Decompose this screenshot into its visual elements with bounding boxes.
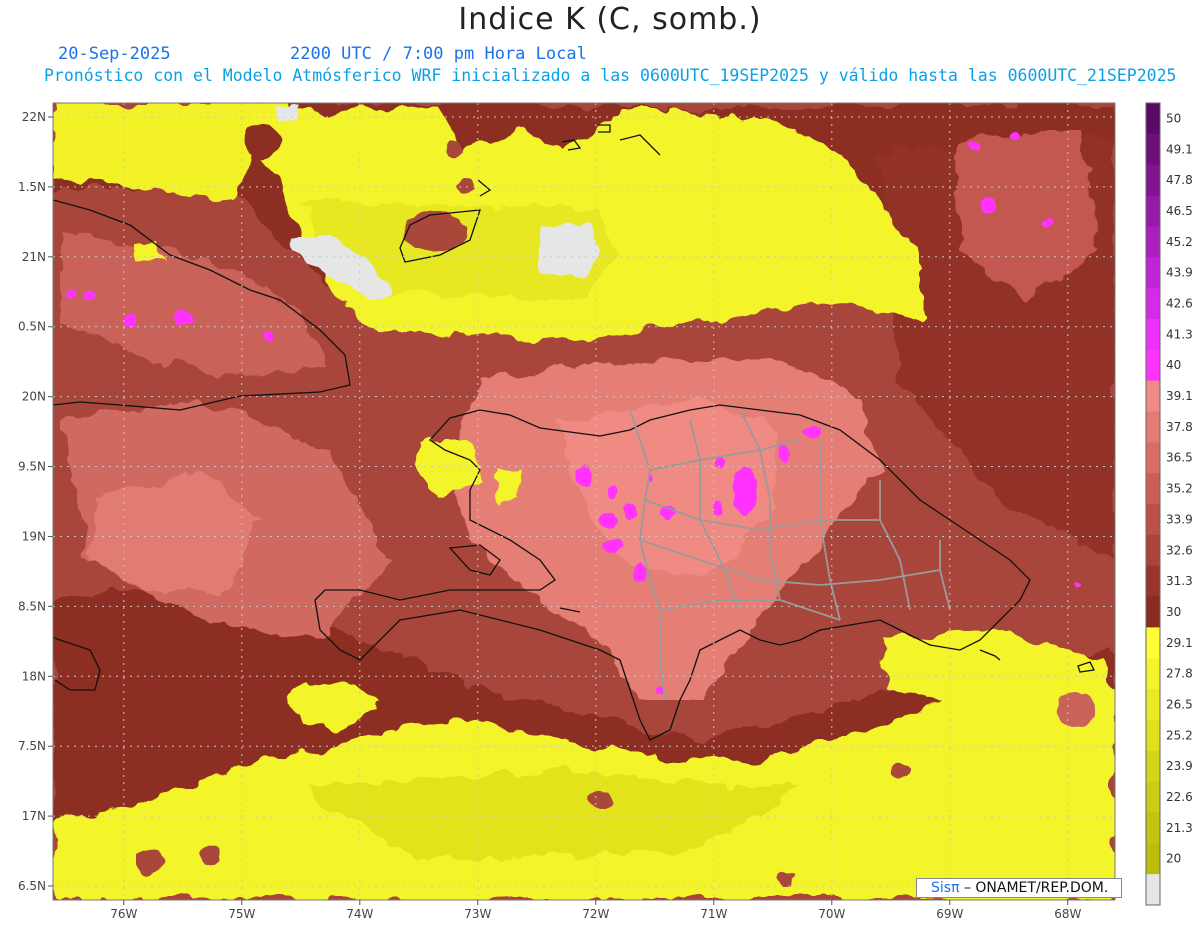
legend-label: 45.2 [1166,235,1193,249]
legend-swatch [1146,781,1160,813]
latitude-labels: 22N 1.5N 21N 0.5N 20N 9.5N 19N 8.5N 18N 7.5N 17N 6.… [18,110,53,893]
legend-swatch [1146,103,1160,135]
legend-label: 20 [1166,852,1181,866]
legend-swatch [1146,164,1160,197]
legend-label: 22.6 [1166,790,1193,804]
k-index-map: 22N 1.5N 21N 0.5N 20N 9.5N 19N 8.5N 18N 7.5N 17N 6.… [18,102,1193,921]
legend-label: 41.3 [1166,327,1193,341]
legend-swatch [1146,750,1160,783]
legend-label: 36.5 [1166,451,1193,465]
legend-label: 42.6 [1166,297,1193,311]
legend-swatch [1146,133,1160,166]
legend-swatch [1146,318,1160,351]
lat-label: 20N [22,390,46,404]
legend-swatch [1146,565,1160,598]
legend-label: 32.6 [1166,543,1193,557]
lon-label: 76W [110,907,137,921]
legend-label: 23.9 [1166,759,1193,773]
legend-swatch [1146,689,1160,721]
legend-swatch [1146,658,1160,690]
legend-label: 46.5 [1166,204,1193,218]
lon-label: 75W [228,907,255,921]
legend-swatch [1146,627,1160,659]
color-legend: 50 49.1 47.8 46.5 45.2 43.9 42.6 41.3 40 39.1 37.8… [1145,102,1193,906]
lat-label: 1.5N [18,180,46,194]
legend-swatch [1146,534,1160,567]
legend-swatch [1146,719,1160,752]
lat-label: 8.5N [18,599,46,613]
credit-brand: Sisπ [931,880,960,896]
longitude-labels: 76W 75W 74W 73W 72W 71W 70W 69W 68W [110,900,1081,921]
legend-swatch [1146,226,1160,258]
lon-label: 69W [936,907,963,921]
legend-swatch [1146,380,1160,412]
lon-label: 72W [582,907,609,921]
legend-swatch [1146,504,1160,536]
lat-label: 18N [22,669,46,683]
legend-label: 30 [1166,605,1181,619]
legend-label: 27.8 [1166,667,1193,681]
legend-label: 39.1 [1166,389,1193,403]
legend-swatch [1146,195,1160,227]
lat-label: 0.5N [18,320,46,334]
legend-label: 26.5 [1166,698,1193,712]
lat-label: 21N [22,250,46,264]
legend-swatch [1146,812,1160,844]
legend-swatch [1146,288,1160,320]
legend-swatch [1146,473,1160,505]
legend-label: 29.1 [1166,636,1193,650]
legend-swatch [1146,874,1160,906]
lat-label: 9.5N [18,460,46,474]
legend-swatch [1146,596,1160,628]
map-area: 22N 1.5N 21N 0.5N 20N 9.5N 19N 8.5N 18N 7.5N 17N 6.… [0,0,1200,931]
legend-swatch [1146,257,1160,289]
legend-label: 35.2 [1166,482,1193,496]
legend-swatch [1146,843,1160,875]
legend-label: 25.2 [1166,728,1193,742]
legend-swatch [1146,349,1160,382]
credit-box: Sisπ – ONAMET/REP.DOM. [916,878,1122,898]
legend-label: 49.1 [1166,142,1193,156]
legend-swatch [1146,442,1160,474]
legend-label: 50 [1166,111,1181,125]
lat-label: 6.5N [18,879,46,893]
lon-label: 73W [464,907,491,921]
legend-label: 33.9 [1166,512,1193,526]
lat-label: 17N [22,809,46,823]
lon-label: 74W [346,907,373,921]
lat-label: 7.5N [18,739,46,753]
lon-label: 71W [700,907,727,921]
lon-label: 70W [818,907,845,921]
legend-label: 43.9 [1166,266,1193,280]
credit-text: – ONAMET/REP.DOM. [963,880,1109,896]
legend-label: 37.8 [1166,420,1193,434]
legend-swatch [1146,411,1160,443]
lat-label: 19N [22,529,46,543]
lon-label: 68W [1054,907,1081,921]
legend-label: 40 [1166,358,1181,372]
lat-label: 22N [22,110,46,124]
legend-label: 31.3 [1166,574,1193,588]
legend-label: 47.8 [1166,173,1193,187]
legend-label: 21.3 [1166,821,1193,835]
